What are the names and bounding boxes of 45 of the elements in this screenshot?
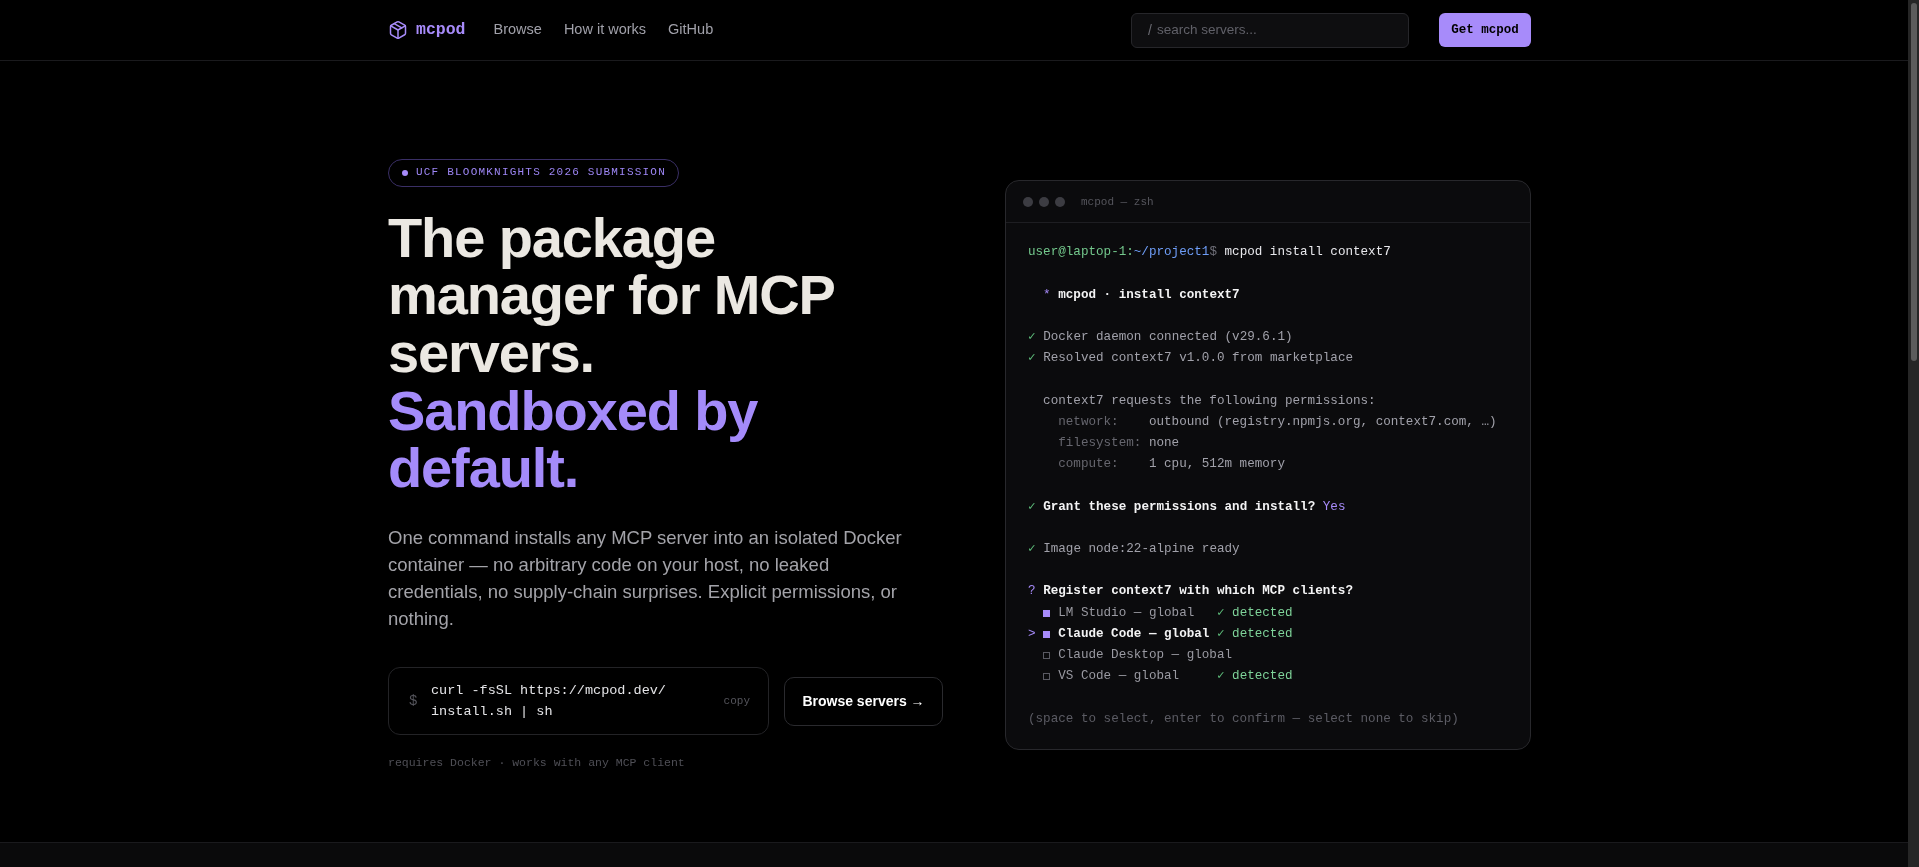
client-option-label: Claude Code — global [1058,626,1210,641]
get-mcpod-button[interactable]: Get mcpod [1439,13,1531,47]
terminal-confirm-line: ✓ Grant these permissions and install? Yes [1028,498,1346,516]
terminal-title: mcpod — zsh [1081,194,1154,210]
window-dot-icon [1023,196,1033,207]
client-option-label: VS Code — global [1058,669,1180,684]
detection-status: ✓ detected [1216,625,1293,643]
cube-logo-icon[interactable] [388,20,408,40]
terminal-status-line: ✓ Image node:22-alpine ready [1028,541,1240,559]
permission-key: network: [1058,413,1149,432]
detection-status: ✓ detected [1216,604,1293,622]
nav-link[interactable]: GitHub [668,19,714,41]
hero-description: One command installs any MCP server into an isolated Docker container — no arbitrary code on your host, no leaked credentials, no supply-chain surprises. Explicit permissions, or nothing. [388,526,903,632]
hero-heading: The package manager for MCP servers. Sandboxed by default. [388,208,835,498]
terminal-prompt-line: user@laptop-1:~/project1$ mcpod install context7 [1028,244,1391,262]
terminal-hint-line: (space to select, enter to confirm — select none to skip) [1028,710,1459,728]
browse-servers-button[interactable]: Browse servers → [784,676,943,726]
detection-status: ✓ detected [1216,668,1293,686]
window-dot-icon [1039,196,1049,207]
install-command: curl -fsSL https://mcpod.dev/install.sh | sh [431,682,667,722]
permission-key: filesystem: [1058,434,1149,454]
brand-name[interactable]: mcpod [416,17,466,43]
requirements-note: requires Docker · works with any MCP client [388,755,685,772]
permission-key: compute: [1058,455,1149,475]
badge-label: UCF BLOOMKNIGHTS 2026 SUBMISSION [416,165,666,181]
terminal-status-line: ✓ Docker daemon connected (v29.6.1) [1028,329,1293,347]
nav-link[interactable]: Browse [493,19,542,41]
permission-value: 1 cpu, 512m memory [1148,456,1285,474]
search-box[interactable]: / search servers... [1131,12,1409,48]
client-option-label: LM Studio — global [1058,605,1195,620]
permission-value: outbound (registry.npmjs.org, context7.com, …) [1148,414,1497,431]
prompt-symbol: $ [409,691,419,711]
terminal-heading-line: * mcpod · install context7 [1043,286,1240,304]
nav-link[interactable]: How it works [563,19,647,41]
client-option-label: Claude Desktop — global [1058,648,1233,663]
search-input[interactable]: search servers... [1156,19,1398,41]
shortcut-hint: / [1148,20,1152,40]
permission-value: none [1148,435,1180,453]
terminal-status-line: ✓ Resolved context7 v1.0.0 from marketplace [1028,350,1353,368]
selection-pointer: > [1028,625,1037,643]
terminal-question-line: ? Register context7 with which MCP clients? [1028,583,1353,601]
terminal-output-line: context7 requests the following permissions: [1043,392,1376,410]
dot-icon [402,169,408,176]
window-dot-icon [1055,196,1065,207]
scrollbar-thumb[interactable] [1911,3,1917,361]
